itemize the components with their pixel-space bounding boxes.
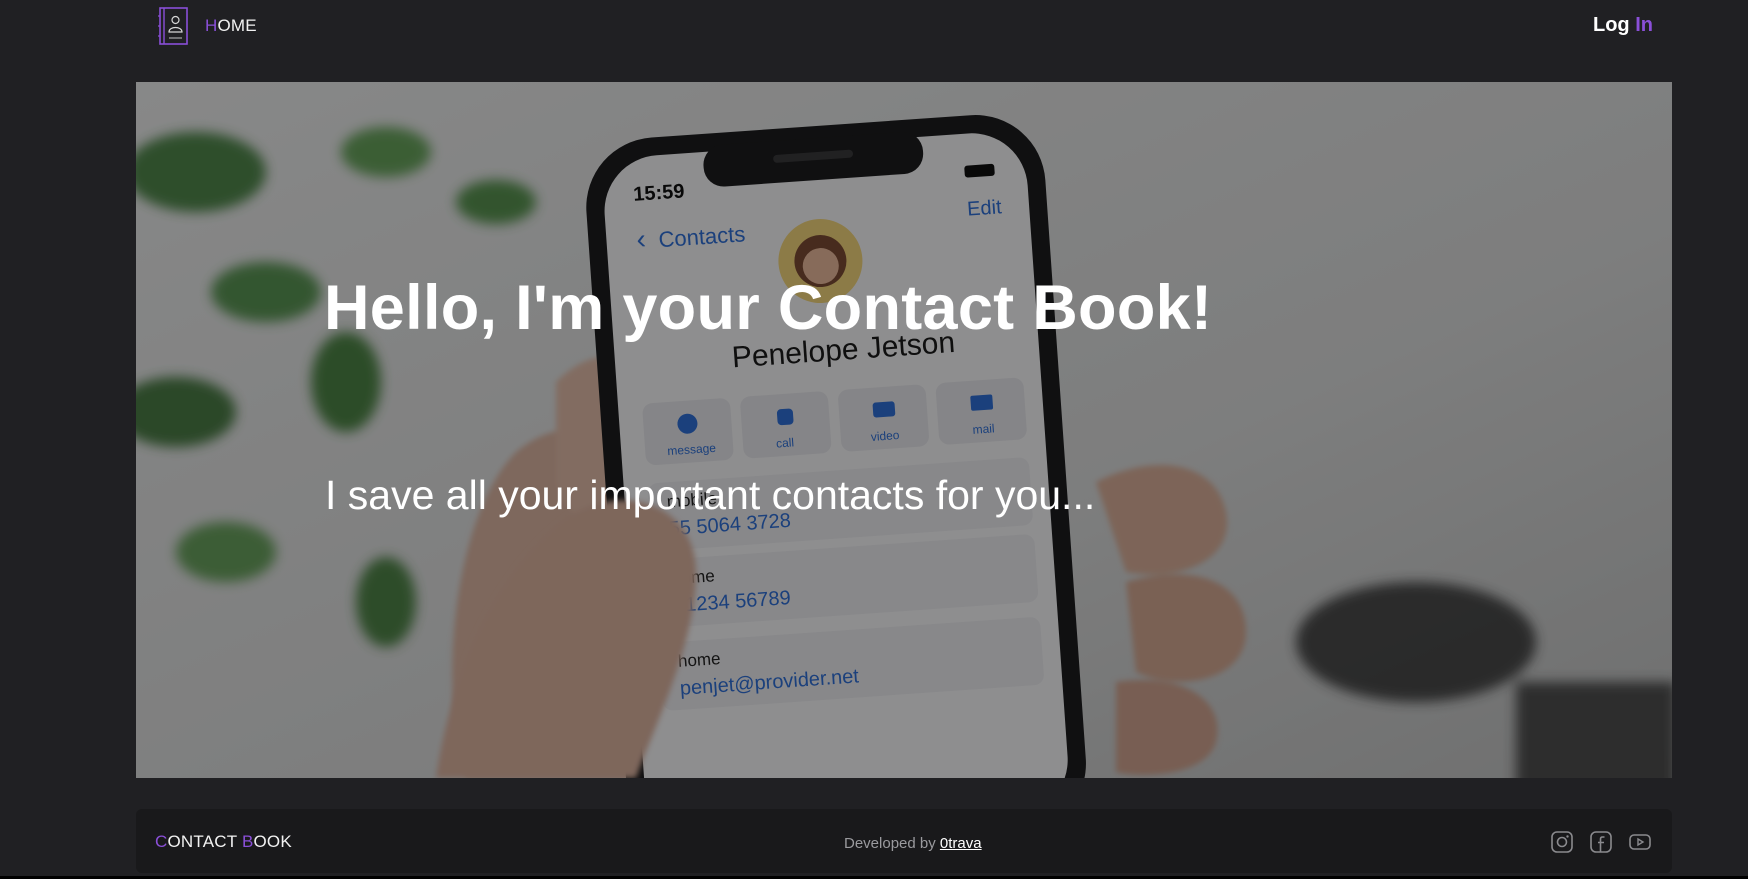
contact-book-icon[interactable]	[157, 6, 191, 46]
hero-dark-overlay	[136, 82, 1672, 778]
site-footer: CONTACT BOOK Developed by 0trava	[136, 809, 1672, 873]
login-button[interactable]: Log In	[1593, 14, 1653, 37]
login-label-main: Log	[1593, 14, 1630, 36]
developer-credit: Developed by 0trava	[844, 835, 982, 852]
footer-brand-c: C	[155, 832, 168, 851]
credit-prefix: Developed by	[844, 835, 940, 852]
hero-banner: 15:59 ‹ Contacts Edit Penelope Jetson me…	[136, 82, 1672, 778]
home-link[interactable]: HOME	[205, 16, 257, 36]
facebook-icon[interactable]	[1589, 830, 1613, 854]
instagram-icon[interactable]	[1550, 830, 1574, 854]
footer-brand: CONTACT BOOK	[155, 832, 292, 852]
author-link[interactable]: 0trava	[940, 835, 982, 852]
footer-brand-b: B	[241, 832, 254, 851]
login-label-accent: In	[1635, 14, 1653, 36]
hero-subtitle: I save all your important contacts for y…	[325, 472, 1096, 518]
hero-title: Hello, I'm your Contact Book!	[324, 273, 1213, 343]
footer-brand-ook: OOK	[253, 832, 292, 851]
home-link-rest: OME	[217, 16, 257, 35]
home-link-initial: H	[205, 16, 218, 35]
footer-brand-ontact: ONTACT	[167, 832, 242, 851]
site-header: HOME Log In	[0, 0, 1748, 56]
youtube-icon[interactable]	[1628, 830, 1652, 854]
